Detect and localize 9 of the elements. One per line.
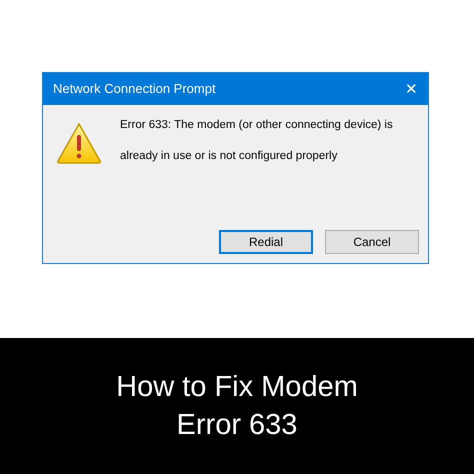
dialog-button[interactable]: Cancel [325,230,419,254]
caption-text: How to Fix Modem [116,370,358,405]
caption-text: Error 633 [176,408,298,443]
close-button[interactable]: ✕ [405,82,418,96]
warning-icon [56,122,102,164]
dialog-button[interactable]: Redial [219,230,313,254]
error-message: already in use or is not configured properly [120,149,338,164]
window-title: Network Connection Prompt [53,80,216,98]
error-message: Error 633: The modem (or other connecting device) is [120,118,393,133]
